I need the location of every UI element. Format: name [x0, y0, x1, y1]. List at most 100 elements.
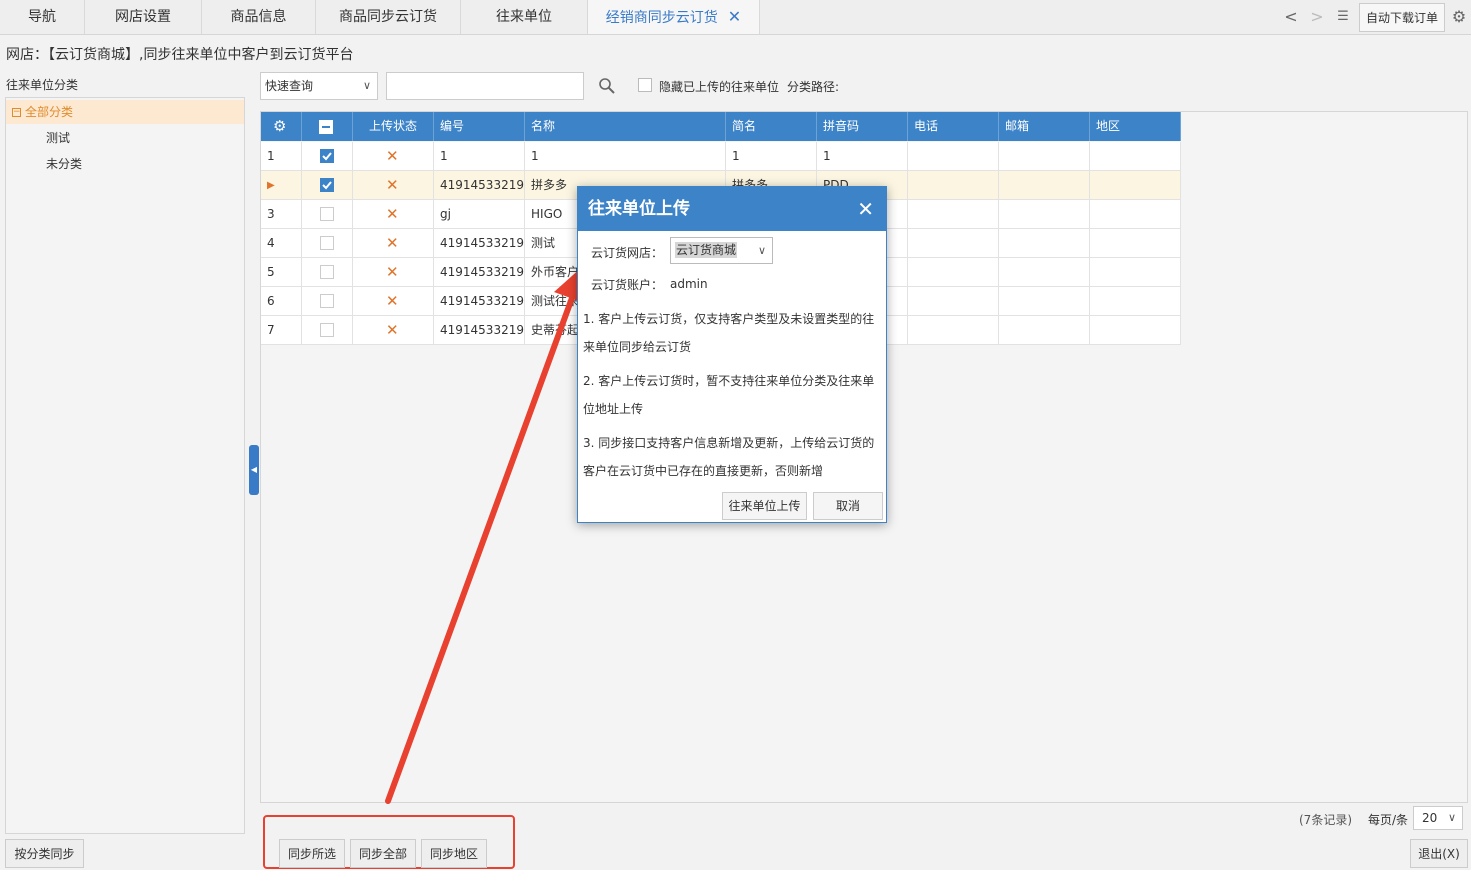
chevron-down-icon: ∨	[1447, 811, 1456, 824]
cell-region	[1090, 258, 1181, 287]
close-icon[interactable]: ✕	[728, 7, 741, 26]
tab-dealer-sync[interactable]: 经销商同步云订货 ✕	[588, 0, 760, 34]
shop-select-value: 云订货商城	[675, 242, 738, 258]
chevron-left-icon[interactable]: <	[1279, 0, 1303, 34]
row-checkbox[interactable]	[302, 287, 353, 316]
note-1: 1. 客户上传云订货，仅支持客户类型及未设置类型的往来单位同步给云订货	[583, 312, 875, 354]
checkbox[interactable]	[320, 235, 334, 250]
tree-item-test[interactable]: 测试	[6, 126, 244, 150]
cell-short-name: 1	[726, 142, 817, 171]
cell-region	[1090, 171, 1181, 200]
not-uploaded-icon: ✕	[386, 263, 399, 281]
settings-icon[interactable]: ⚙	[261, 112, 302, 141]
cell-email	[999, 258, 1090, 287]
close-icon[interactable]: ✕	[857, 187, 874, 231]
quick-query-value: 快速查询	[265, 79, 314, 93]
account-label: 云订货账户：	[591, 278, 664, 292]
cell-phone	[908, 171, 999, 200]
table-row[interactable]: 1 ✕ 1 1 1 1	[261, 142, 1181, 171]
cell-region	[1090, 229, 1181, 258]
exit-button[interactable]: 退出(X)	[1410, 839, 1468, 868]
category-panel-label: 往来单位分类	[6, 78, 79, 92]
column-short-name[interactable]: 简名	[726, 112, 817, 141]
row-checkbox[interactable]	[302, 316, 353, 345]
tab-dealer-sync-label: 经销商同步云订货	[605, 10, 718, 26]
search-icon[interactable]	[598, 77, 616, 95]
tab-navigation[interactable]: 导航	[0, 0, 85, 34]
tab-product-sync[interactable]: 商品同步云订货	[316, 0, 461, 34]
list-icon[interactable]: ☰	[1331, 0, 1355, 34]
upload-partners-button[interactable]: 往来单位上传	[722, 492, 807, 520]
hide-uploaded-checkbox[interactable]	[638, 78, 652, 92]
checkbox[interactable]	[320, 322, 334, 337]
checkbox[interactable]	[320, 206, 334, 221]
checkbox[interactable]	[320, 293, 334, 308]
tab-partners[interactable]: 往来单位	[461, 0, 588, 34]
not-uploaded-icon: ✕	[386, 234, 399, 252]
per-page-value: 20	[1422, 811, 1438, 825]
column-phone[interactable]: 电话	[908, 112, 999, 141]
category-path-label: 分类路径:	[787, 80, 840, 94]
tab-product-info[interactable]: 商品信息	[202, 0, 316, 34]
grid-header: ⚙ 上传状态 编号 名称 简名 拼音码 电话 邮箱 地区	[261, 112, 1181, 141]
sync-selected-button[interactable]: 同步所选	[279, 839, 345, 868]
row-checkbox[interactable]	[302, 142, 353, 171]
cell-phone	[908, 316, 999, 345]
tab-shop-settings[interactable]: 网店设置	[85, 0, 202, 34]
cell-code: 41914533219...	[434, 316, 525, 345]
column-upload-status[interactable]: 上传状态	[353, 112, 434, 141]
cell-code: 41914533219...	[434, 171, 525, 200]
upload-status: ✕	[353, 200, 434, 229]
per-page-select[interactable]: 20 ∨	[1413, 806, 1463, 830]
checkbox[interactable]	[320, 177, 334, 192]
checkbox[interactable]	[320, 148, 334, 163]
cell-email	[999, 229, 1090, 258]
sync-all-button[interactable]: 同步全部	[350, 839, 416, 868]
cell-email	[999, 200, 1090, 229]
search-input[interactable]	[386, 72, 584, 100]
account-value: admin	[670, 277, 708, 291]
row-checkbox[interactable]	[302, 258, 353, 287]
column-name[interactable]: 名称	[525, 112, 726, 141]
quick-query-select[interactable]: 快速查询 ∨	[260, 72, 378, 100]
upload-status: ✕	[353, 287, 434, 316]
tree-item-all[interactable]: − 全部分类	[6, 100, 244, 124]
tree-item-uncategorized[interactable]: 未分类	[6, 152, 244, 176]
row-index: 1	[261, 142, 302, 171]
auto-download-orders-button[interactable]: 自动下载订单	[1359, 3, 1445, 32]
sync-region-button[interactable]: 同步地区	[421, 839, 487, 868]
gear-icon[interactable]: ⚙	[1448, 0, 1470, 34]
not-uploaded-icon: ✕	[386, 292, 399, 310]
select-all-checkbox[interactable]	[302, 112, 353, 141]
cell-code: gj	[434, 200, 525, 229]
column-email[interactable]: 邮箱	[999, 112, 1090, 141]
cancel-button[interactable]: 取消	[813, 492, 883, 520]
not-uploaded-icon: ✕	[386, 321, 399, 339]
cell-region	[1090, 200, 1181, 229]
chevron-right-icon[interactable]: >	[1305, 0, 1329, 34]
shop-select[interactable]: 云订货商城 ∨	[670, 237, 773, 264]
cell-phone	[908, 258, 999, 287]
cell-region	[1090, 316, 1181, 345]
upload-status: ✕	[353, 258, 434, 287]
column-region[interactable]: 地区	[1090, 112, 1181, 141]
tree-item-label: 全部分类	[25, 105, 74, 119]
collapse-icon[interactable]: −	[12, 108, 21, 117]
cell-email	[999, 171, 1090, 200]
record-count: (7条记录)	[1299, 813, 1352, 827]
checkbox[interactable]	[320, 264, 334, 279]
not-uploaded-icon: ✕	[386, 176, 399, 194]
row-index: 3	[261, 200, 302, 229]
column-pinyin[interactable]: 拼音码	[817, 112, 908, 141]
not-uploaded-icon: ✕	[386, 205, 399, 223]
panel-collapse-handle[interactable]: ◀	[249, 445, 259, 495]
row-checkbox[interactable]	[302, 229, 353, 258]
upload-status: ✕	[353, 142, 434, 171]
row-checkbox[interactable]	[302, 171, 353, 200]
column-code[interactable]: 编号	[434, 112, 525, 141]
row-checkbox[interactable]	[302, 200, 353, 229]
upload-status: ✕	[353, 316, 434, 345]
sync-by-category-button[interactable]: 按分类同步	[5, 839, 84, 868]
row-index: 5	[261, 258, 302, 287]
per-page-label: 每页/条	[1368, 813, 1409, 827]
